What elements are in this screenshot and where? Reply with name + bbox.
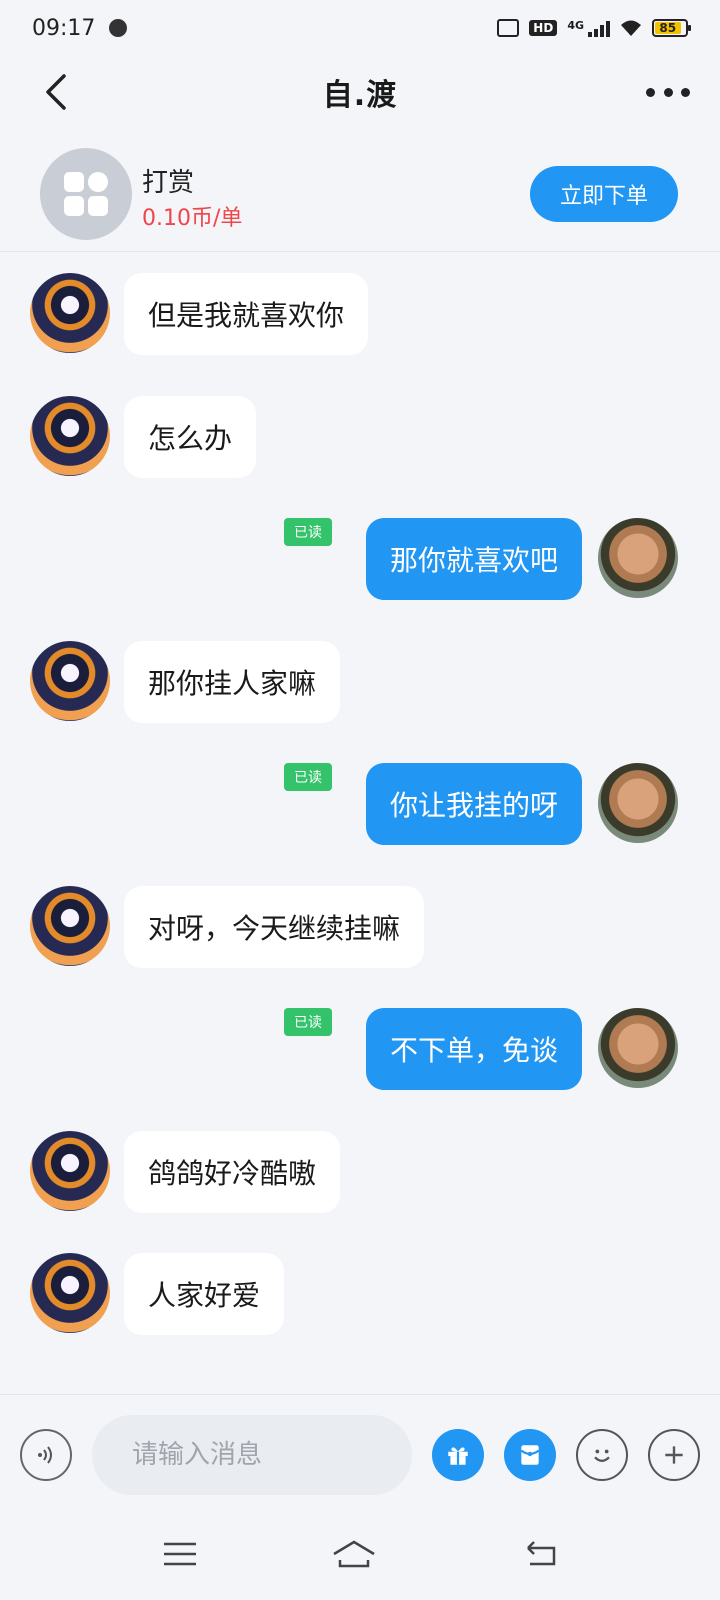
home-icon[interactable] bbox=[330, 1534, 378, 1574]
message-bubble-incoming[interactable]: 鸽鸽好冷酷嗷 bbox=[124, 1131, 341, 1213]
my-avatar[interactable] bbox=[598, 518, 678, 598]
wifi-icon bbox=[620, 19, 642, 37]
message-bubble-outgoing[interactable]: 你让我挂的呀 bbox=[365, 763, 582, 845]
read-badge: 已读 bbox=[284, 518, 332, 546]
message-bubble-incoming[interactable]: 怎么办 bbox=[124, 396, 257, 478]
back-arrow-icon[interactable] bbox=[38, 72, 78, 112]
contact-avatar[interactable] bbox=[30, 886, 110, 966]
message-bubble-incoming[interactable]: 但是我就喜欢你 bbox=[124, 273, 369, 355]
message-input-bar bbox=[0, 1394, 720, 1514]
message-bubble-outgoing[interactable]: 不下单，免谈 bbox=[365, 1008, 582, 1090]
voice-icon[interactable] bbox=[20, 1429, 72, 1481]
battery-icon: 85 bbox=[652, 19, 691, 37]
return-icon[interactable] bbox=[516, 1534, 564, 1574]
contact-avatar[interactable] bbox=[30, 273, 110, 353]
service-banner: 打赏 0.10币/单 立即下单 bbox=[0, 140, 720, 252]
plus-icon[interactable] bbox=[648, 1429, 700, 1481]
hd-badge: HD bbox=[529, 20, 558, 36]
service-name: 打赏 bbox=[142, 168, 195, 198]
read-badge: 已读 bbox=[284, 763, 332, 791]
emoji-icon[interactable] bbox=[576, 1429, 628, 1481]
chat-title: 自.渡 bbox=[322, 78, 398, 113]
message-bubble-outgoing[interactable]: 那你就喜欢吧 bbox=[365, 518, 582, 600]
signal-icon: 4G bbox=[567, 19, 610, 37]
menu-icon[interactable] bbox=[156, 1534, 204, 1574]
grid-apps-icon bbox=[40, 148, 132, 240]
my-avatar[interactable] bbox=[598, 763, 678, 843]
contact-avatar[interactable] bbox=[30, 641, 110, 721]
message-bubble-incoming[interactable]: 人家好爱 bbox=[124, 1253, 285, 1335]
battery-level: 85 bbox=[655, 22, 681, 34]
status-time: 09:17 bbox=[32, 15, 96, 41]
location-icon bbox=[109, 19, 128, 37]
vibrate-icon bbox=[497, 19, 520, 37]
chat-header: 自.渡 bbox=[0, 56, 720, 128]
message-bubble-incoming[interactable]: 那你挂人家嘛 bbox=[124, 641, 341, 723]
contact-avatar[interactable] bbox=[30, 1253, 110, 1333]
message-input[interactable] bbox=[92, 1415, 412, 1495]
service-price: 0.10币/单 bbox=[142, 206, 243, 231]
read-badge: 已读 bbox=[284, 1008, 332, 1036]
more-dots-icon[interactable] bbox=[646, 80, 690, 104]
gift-icon[interactable] bbox=[432, 1429, 484, 1481]
message-bubble-incoming[interactable]: 对呀，今天继续挂嘛 bbox=[124, 886, 425, 968]
system-nav-bar bbox=[0, 1514, 720, 1600]
status-bar: 09:17 HD 4G 85 bbox=[0, 0, 720, 56]
contact-avatar[interactable] bbox=[30, 1131, 110, 1211]
order-now-button[interactable]: 立即下单 bbox=[530, 166, 678, 222]
network-type: 4G bbox=[567, 19, 584, 32]
my-avatar[interactable] bbox=[598, 1008, 678, 1088]
red-packet-icon[interactable] bbox=[504, 1429, 556, 1481]
contact-avatar[interactable] bbox=[30, 396, 110, 476]
